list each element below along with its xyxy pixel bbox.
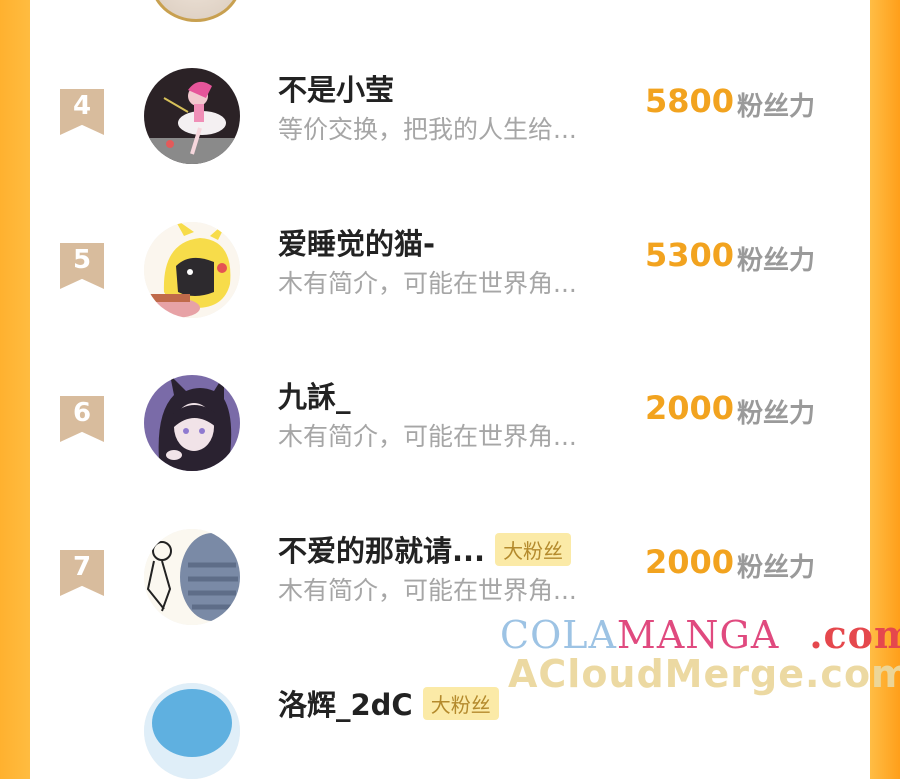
- fan-name[interactable]: 不爱的那就请... 大粉丝: [278, 528, 572, 570]
- fan-bio: 木有简介，可能在世界角...: [278, 422, 577, 451]
- fan-name[interactable]: 不是小莹: [278, 67, 394, 109]
- fan-bio: 木有简介，可能在世界角...: [278, 576, 577, 605]
- fan-bio: 木有简介，可能在世界角...: [278, 269, 577, 298]
- pikachu-hood-avatar-icon: [144, 222, 240, 318]
- fan-score: 2000: [645, 389, 735, 427]
- big-fan-badge: 大粉丝: [495, 533, 572, 566]
- score-unit: 粉丝力: [737, 246, 816, 276]
- fan-row-4[interactable]: 4 不是小莹 等价交换，把我的人生给... 5800 粉丝力: [0, 52, 900, 164]
- fan-score: 5800: [645, 82, 735, 120]
- fan-name-text[interactable]: 九訸_: [278, 380, 351, 414]
- fan-row-5[interactable]: 5 爱睡觉的猫- 木有简介，可能在世界角... 5300 粉丝力: [0, 206, 900, 318]
- watermark-line-1: COLAMANGA .com: [500, 612, 900, 657]
- rank-flag-icon: 6: [60, 396, 104, 442]
- fan-name-text[interactable]: 洛辉_2dC: [278, 688, 413, 722]
- rank-flag-icon: 5: [60, 243, 104, 289]
- fan-row-7[interactable]: 7 不爱的那就请... 大粉丝 木有简介，可能在世界角... 2000 粉丝力: [0, 513, 900, 625]
- score-unit: 粉丝力: [737, 399, 816, 429]
- fan-name-text[interactable]: 不爱的那就请...: [278, 534, 485, 568]
- fan-score: 2000: [645, 543, 735, 581]
- score-unit: 粉丝力: [737, 553, 816, 583]
- fan-score: 5300: [645, 236, 735, 274]
- watermark-line-2: ACloudMerge.com: [508, 652, 900, 696]
- rank-flag-icon: 7: [60, 550, 104, 596]
- cat-ear-girl-avatar-icon: [144, 375, 240, 471]
- fan-name[interactable]: 九訸_: [278, 374, 351, 416]
- pink-dancer-avatar-icon: [144, 68, 240, 164]
- big-fan-badge: 大粉丝: [422, 687, 499, 720]
- rank-flag-icon: 4: [60, 89, 104, 135]
- avatar[interactable]: [144, 68, 240, 164]
- score-unit: 粉丝力: [737, 92, 816, 122]
- fan-name-text[interactable]: 爱睡觉的猫-: [278, 227, 435, 261]
- avatar[interactable]: [144, 222, 240, 318]
- avatar[interactable]: [144, 683, 240, 779]
- fan-name[interactable]: 爱睡觉的猫-: [278, 221, 435, 263]
- fan-name[interactable]: 洛辉_2dC 大粉丝: [278, 682, 499, 724]
- avatar[interactable]: [144, 529, 240, 625]
- avatar[interactable]: [144, 375, 240, 471]
- blue-hair-avatar-icon: [144, 683, 240, 779]
- sketch-character-avatar-icon: [144, 529, 240, 625]
- fan-bio: 等价交换，把我的人生给...: [278, 115, 577, 144]
- site-watermark: COLAMANGA .com ACloudMerge.com: [500, 612, 900, 702]
- fan-name-text[interactable]: 不是小莹: [278, 73, 394, 107]
- fan-row-6[interactable]: 6 九訸_ 木有简介，可能在世界角... 2000 粉丝力: [0, 359, 900, 471]
